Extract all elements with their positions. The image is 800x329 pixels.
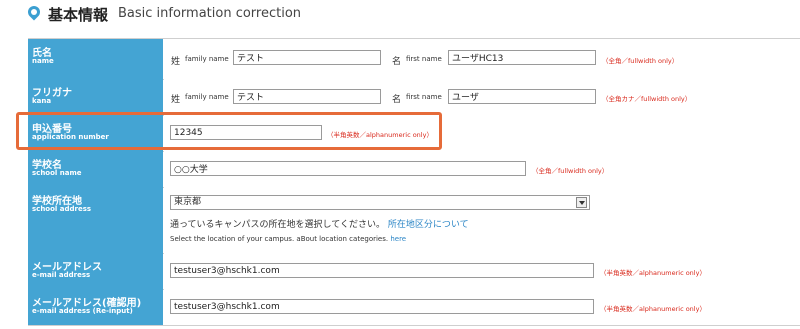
first-kana-input[interactable] xyxy=(448,89,596,104)
email-confirm-row: メールアドレス(確認用) e-mail address (Re-input) （… xyxy=(28,289,800,326)
label-en: e-mail address (Re-input) xyxy=(32,307,133,315)
email-confirm-value-cell: （半角英数／alphanumeric only） xyxy=(164,289,800,325)
section-title-en: Basic information correction xyxy=(118,6,302,21)
location-pin-icon xyxy=(25,3,43,21)
section-title-jp: 基本情報 xyxy=(48,6,109,24)
application-number-input[interactable] xyxy=(170,125,322,140)
first-name-kanji: 名 xyxy=(392,57,402,67)
school-address-label: 学校所在地 school address xyxy=(28,187,163,253)
prefecture-select[interactable]: 東京都 xyxy=(170,195,590,210)
family-name-label: family name xyxy=(185,55,229,63)
email-input[interactable] xyxy=(170,263,594,278)
school-address-row: 学校所在地 school address 東京都 通っているキャンパスの所在地を… xyxy=(28,187,800,254)
kana-value-cell: 姓 family name 名 first name （全角カナ／fullwid… xyxy=(164,79,800,115)
basic-info-form: 氏名 name 姓 family name 名 first name （全角／f… xyxy=(28,38,800,329)
name-format-note: （全角／fullwidth only） xyxy=(602,57,679,65)
kana-label: フリガナ kana xyxy=(28,79,163,115)
family-name-input[interactable] xyxy=(233,50,381,65)
label-en: e-mail address xyxy=(32,271,91,279)
application-number-value-cell: （半角英数／alphanumeric only） xyxy=(164,115,800,151)
email-label: メールアドレス e-mail address xyxy=(28,253,163,289)
name-row: 氏名 name 姓 family name 名 first name （全角／f… xyxy=(28,39,800,80)
label-en: school address xyxy=(32,205,92,213)
email-format-note: （半角英数／alphanumeric only） xyxy=(600,269,706,277)
school-name-input[interactable] xyxy=(170,161,526,176)
school-name-label: 学校名 school name xyxy=(28,151,163,187)
email-confirm-label: メールアドレス(確認用) e-mail address (Re-input) xyxy=(28,289,163,325)
school-name-row: 学校名 school name （全角／fullwidth only） xyxy=(28,151,800,188)
address-help-en-text: Select the location of your campus. aBou… xyxy=(170,235,389,243)
chevron-down-icon xyxy=(576,197,587,208)
label-en: school name xyxy=(32,169,82,177)
section-header: 基本情報 Basic information correction xyxy=(0,0,800,30)
school-name-format-note: （全角／fullwidth only） xyxy=(532,167,609,175)
application-number-label: 申込番号 application number xyxy=(28,115,163,151)
name-label: 氏名 name xyxy=(28,39,163,79)
location-category-link[interactable]: 所在地区分について xyxy=(388,220,469,230)
email-row: メールアドレス e-mail address （半角英数／alphanumeri… xyxy=(28,253,800,290)
family-kana-input[interactable] xyxy=(233,89,381,104)
address-help-jp: 通っているキャンパスの所在地を選択してください。 所在地区分について xyxy=(170,217,469,230)
first-name-input[interactable] xyxy=(448,50,596,65)
label-en: name xyxy=(32,57,54,65)
address-help-en: Select the location of your campus. aBou… xyxy=(170,235,406,243)
prefecture-selected-value: 東京都 xyxy=(174,197,202,207)
family-kana-label: family name xyxy=(185,93,229,101)
family-kana-kanji: 姓 xyxy=(171,95,181,105)
first-kana-label: first name xyxy=(406,93,442,101)
family-name-kanji: 姓 xyxy=(171,57,181,67)
email-confirm-input[interactable] xyxy=(170,299,594,314)
address-help-jp-text: 通っているキャンパスの所在地を選択してください。 xyxy=(170,220,386,230)
label-en: application number xyxy=(32,133,109,141)
location-category-here-link[interactable]: here xyxy=(390,235,406,243)
name-value-cell: 姓 family name 名 first name （全角／fullwidth… xyxy=(164,39,800,79)
school-name-value-cell: （全角／fullwidth only） xyxy=(164,151,800,187)
kana-format-note: （全角カナ／fullwidth only） xyxy=(602,95,692,103)
application-number-format-note: （半角英数／alphanumeric only） xyxy=(327,131,433,139)
first-kana-kanji: 名 xyxy=(392,95,402,105)
application-number-row: 申込番号 application number （半角英数／alphanumer… xyxy=(28,115,800,152)
kana-row: フリガナ kana 姓 family name 名 first name （全角… xyxy=(28,79,800,116)
school-address-value-cell: 東京都 通っているキャンパスの所在地を選択してください。 所在地区分について S… xyxy=(164,187,800,253)
email-confirm-format-note: （半角英数／alphanumeric only） xyxy=(600,305,706,313)
first-name-label: first name xyxy=(406,55,442,63)
label-en: kana xyxy=(32,97,52,105)
email-value-cell: （半角英数／alphanumeric only） xyxy=(164,253,800,289)
